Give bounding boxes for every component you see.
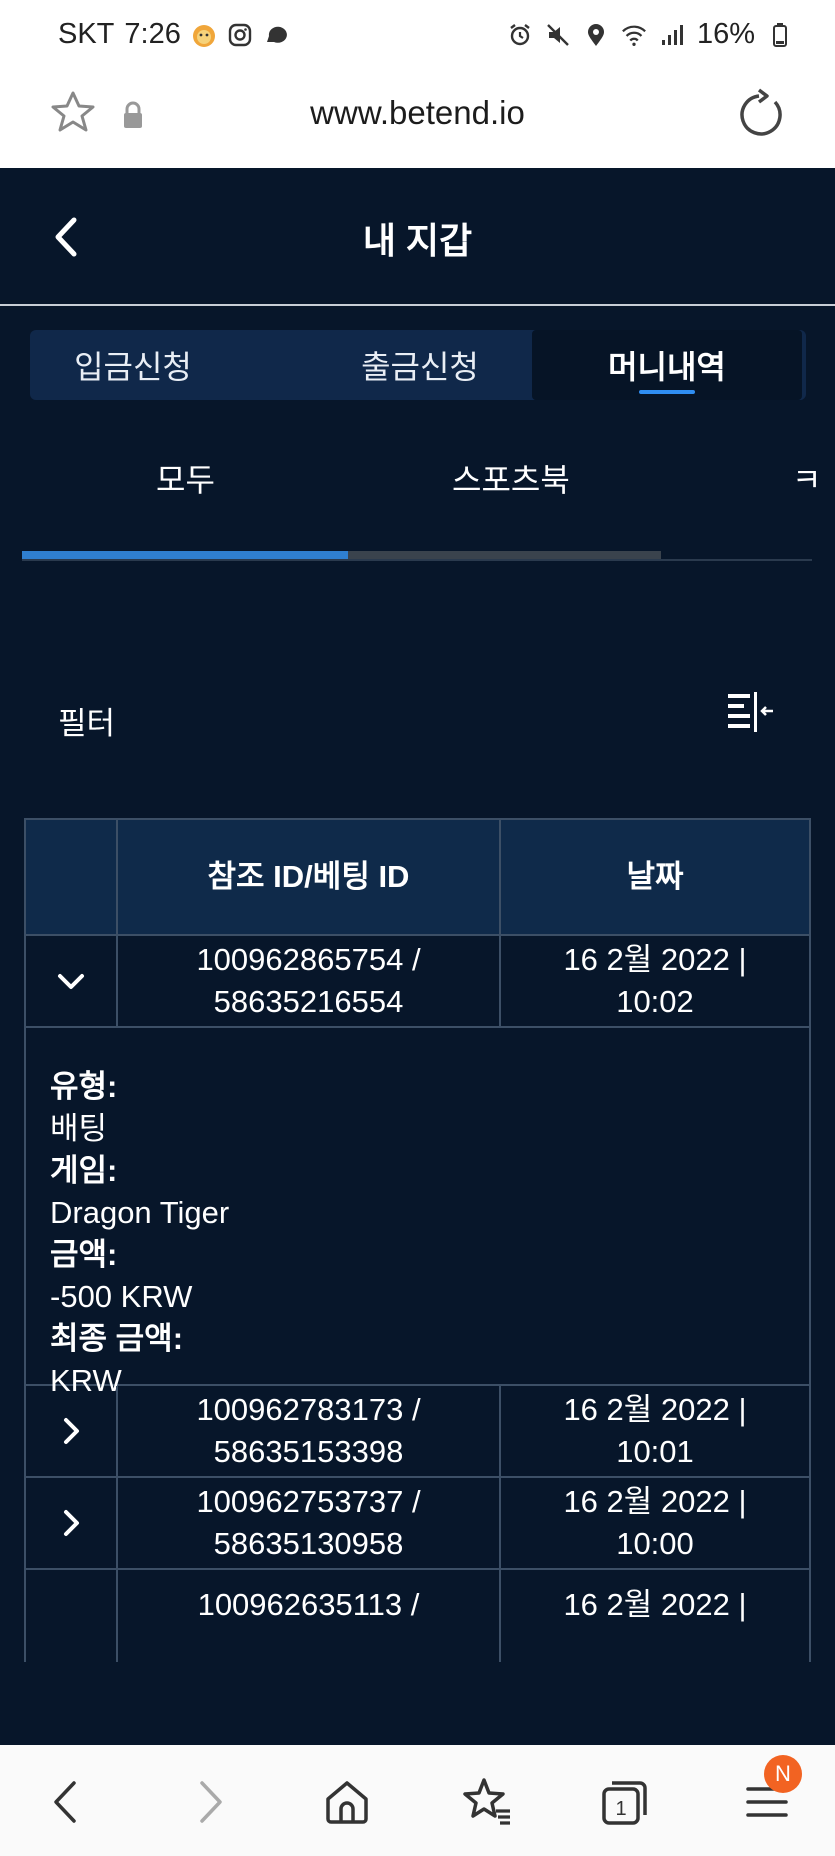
detail-type-value: 배팅 [50,1111,108,1146]
instagram-icon [227,22,253,48]
carrier-text: SKT [58,18,115,50]
reload-icon[interactable] [737,88,789,140]
ref-id: 100962635113 / [197,1587,420,1622]
category-scrollbar-thumb[interactable] [22,551,348,559]
category-tab-casino[interactable]: ㅋ [792,438,821,518]
row-ref-id: 100962635113 / [118,1570,501,1662]
row-toggle[interactable] [26,1386,118,1476]
wifi-icon [621,22,647,48]
row-ref-id: 100962865754 / 58635216554 [118,936,501,1026]
detail-final-label: 최종 금액: [50,1321,184,1356]
page-header: 내 지갑 [0,168,835,306]
bet-id: 58635153398 [213,1434,404,1469]
forward-icon[interactable] [182,1775,236,1829]
row-date: 16 2월 2022 | [501,1570,809,1662]
row-ref-id: 100962753737 / 58635130958 [118,1478,501,1568]
wallet-page: 내 지갑 입금신청 출금신청 머니내역 모두 스포츠북 ㅋ 필터 참조 ID/베… [0,168,835,1745]
tabs-icon[interactable]: 1 [598,1775,652,1829]
lion-app-icon [191,22,217,48]
time-text: 10:02 [616,984,694,1019]
row-toggle[interactable] [26,1478,118,1568]
page-title: 내 지갑 [362,220,473,261]
chevron-right-icon [64,1510,79,1536]
header-expand-cell [26,820,118,934]
date-text: 16 2월 2022 | [563,1587,747,1622]
row-toggle[interactable] [26,1570,118,1662]
row-date: 16 2월 2022 | 10:01 [501,1386,809,1476]
row-toggle[interactable] [26,936,118,1026]
time-text: 10:01 [616,1434,694,1469]
date-text: 16 2월 2022 | [563,1484,747,1519]
bookmarks-icon[interactable] [460,1775,514,1829]
notification-badge: N [764,1755,802,1793]
table-header-row: 참조 ID/베팅 ID 날짜 [24,818,811,936]
battery-icon [767,22,793,48]
chevron-right-icon [64,1418,79,1444]
date-text: 16 2월 2022 | [563,942,747,977]
category-tab-all[interactable]: 모두 [156,438,215,518]
mute-icon [545,22,571,48]
active-tab-indicator [639,390,695,394]
detail-game-label: 게임: [50,1153,118,1188]
header-ref-id: 참조 ID/베팅 ID [118,820,501,934]
filter-label: 필터 [58,706,116,741]
wallet-tab-bar: 입금신청 출금신청 머니내역 [30,330,806,400]
tab-money-history[interactable]: 머니내역 [532,330,802,400]
detail-game-value: Dragon Tiger [50,1195,230,1230]
browser-bottom-nav: 1 N [0,1745,835,1856]
table-row[interactable]: 100962635113 / 16 2월 2022 | [24,1570,811,1662]
category-tab-divider [22,559,812,561]
chevron-down-icon [58,974,84,989]
detail-amount-value: -500 KRW [50,1279,193,1314]
browser-url-bar: www.betend.io [0,70,835,168]
tab-count-text: 1 [615,1798,626,1820]
url-text[interactable]: www.betend.io [0,94,835,132]
signal-icon [659,22,685,48]
table-row[interactable]: 100962783173 / 58635153398 16 2월 2022 | 10… [24,1386,811,1478]
category-tab-sportsbook[interactable]: 스포츠북 [452,438,570,518]
filter-icon[interactable] [726,690,776,734]
status-bar: SKT 7:26 16% [0,0,835,70]
chat-bubble-icon [263,22,289,48]
tab-deposit[interactable]: 입금신청 [30,330,236,400]
detail-amount-label: 금액: [50,1237,118,1272]
ref-id: 100962783173 / [196,1392,421,1427]
row-detail-panel: 유형: 배팅 게임: Dragon Tiger 금액: -500 KRW 최종 … [24,1028,811,1398]
table-row[interactable]: 100962865754 / 58635216554 16 2월 2022 | 10… [24,936,811,1028]
row-date: 16 2월 2022 | 10:00 [501,1478,809,1568]
bet-id: 58635130958 [213,1526,404,1561]
alarm-icon [507,22,533,48]
home-icon[interactable] [320,1775,374,1829]
tab-withdraw[interactable]: 출금신청 [290,330,550,400]
ref-id: 100962865754 / [196,942,421,977]
time-text: 10:00 [616,1526,694,1561]
back-icon[interactable] [40,1775,94,1829]
detail-type-label: 유형: [50,1069,118,1104]
bet-id: 58635216554 [213,984,404,1019]
location-icon [583,22,609,48]
battery-text: 16% [696,18,755,50]
row-date: 16 2월 2022 | 10:02 [501,936,809,1026]
header-date: 날짜 [626,859,684,894]
table-row[interactable]: 100962753737 / 58635130958 16 2월 2022 | 10… [24,1478,811,1570]
date-text: 16 2월 2022 | [563,1392,747,1427]
row-ref-id: 100962783173 / 58635153398 [118,1386,501,1476]
tab-money-history-label: 머니내역 [608,349,726,385]
category-tab-bar: 모두 스포츠북 ㅋ [22,438,821,538]
ref-id: 100962753737 / [196,1484,421,1519]
time-text: 7:26 [124,18,181,50]
